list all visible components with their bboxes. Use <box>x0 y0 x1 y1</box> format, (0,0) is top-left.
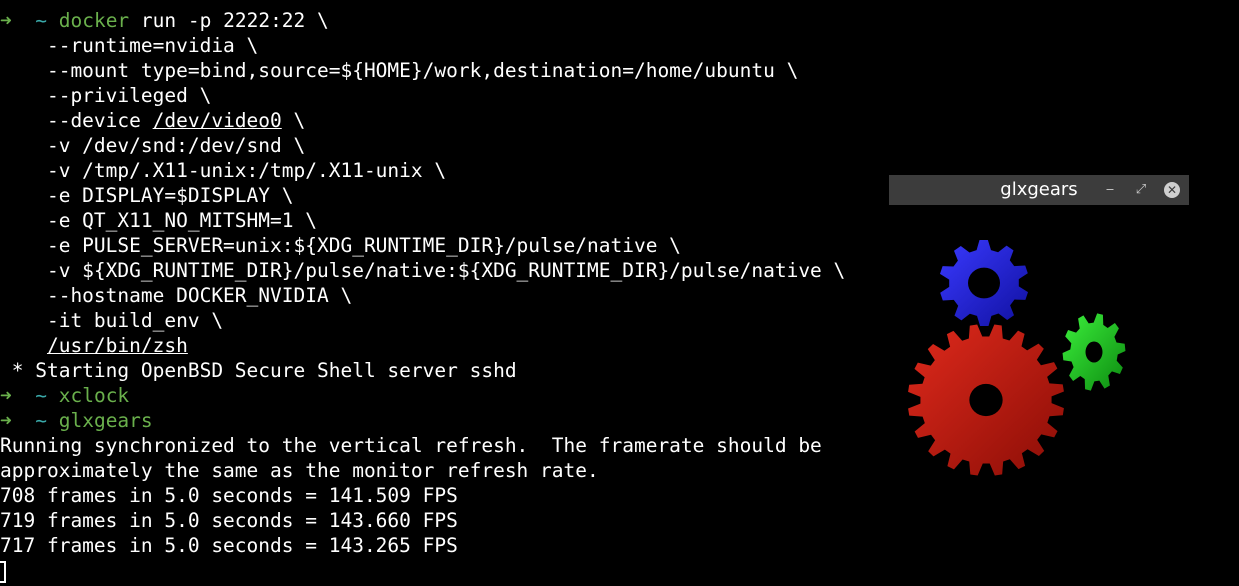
shell-line: /usr/bin/zsh <box>0 333 880 358</box>
shell-indent <box>0 334 47 357</box>
fps-line: 717 frames in 5.0 seconds = 143.265 FPS <box>0 534 458 557</box>
terminal-cursor <box>0 560 6 583</box>
prompt-arrow-icon: ➜ <box>0 409 12 432</box>
prompt-dir: ~ <box>35 409 47 432</box>
fps-line: 719 frames in 5.0 seconds = 143.660 FPS <box>0 509 458 532</box>
device-line: --device /dev/video0 \ <box>0 108 880 133</box>
prompt-dir: ~ <box>35 384 47 407</box>
device-prefix: --device <box>0 109 153 132</box>
gears-render <box>908 239 1126 476</box>
terminal-line: --privileged \ <box>0 84 212 107</box>
red-gear <box>908 324 1064 476</box>
gear-body <box>940 239 1028 327</box>
glxgears-canvas <box>889 205 1189 505</box>
green-gear <box>1062 313 1126 391</box>
command-args: run -p 2222:22 \ <box>129 9 329 32</box>
command-name: xclock <box>58 384 130 407</box>
window-titlebar[interactable]: glxgears ‒ ⤢ ✕ <box>889 175 1189 205</box>
command-name: docker <box>58 9 130 32</box>
sshd-line: * Starting OpenBSD Secure Shell server s… <box>0 359 517 382</box>
terminal-line: -e PULSE_SERVER=unix:${XDG_RUNTIME_DIR}/… <box>0 234 681 257</box>
terminal-line: --mount type=bind,source=${HOME}/work,de… <box>0 59 799 82</box>
cursor-line <box>0 558 880 583</box>
close-icon[interactable]: ✕ <box>1164 182 1180 198</box>
shell-path-link[interactable]: /usr/bin/zsh <box>47 334 188 357</box>
glxgears-command-line: ➜ ~ glxgears <box>0 408 880 433</box>
terminal-line: --runtime=nvidia \ <box>0 34 259 57</box>
docker-command-line: ➜ ~ docker run -p 2222:22 \ <box>0 8 880 33</box>
terminal-line: -e DISPLAY=$DISPLAY \ <box>0 184 294 207</box>
fps-line: 708 frames in 5.0 seconds = 141.509 FPS <box>0 484 458 507</box>
gear-body <box>1062 313 1126 391</box>
output-line: Running synchronized to the vertical ref… <box>0 434 822 457</box>
terminal-line: --hostname DOCKER_NVIDIA \ <box>0 284 353 307</box>
terminal-line: -v /dev/snd:/dev/snd \ <box>0 134 306 157</box>
device-suffix: \ <box>281 109 306 132</box>
gear-body <box>908 324 1064 476</box>
glxgears-window[interactable]: glxgears ‒ ⤢ ✕ <box>889 175 1189 505</box>
prompt-dir: ~ <box>35 9 47 32</box>
terminal-line: -v ${XDG_RUNTIME_DIR}/pulse/native:${XDG… <box>0 259 846 282</box>
terminal-line: -v /tmp/.X11-unix:/tmp/.X11-unix \ <box>0 159 447 182</box>
xclock-command-line: ➜ ~ xclock <box>0 383 880 408</box>
terminal-line: -e QT_X11_NO_MITSHM=1 \ <box>0 209 317 232</box>
prompt-arrow-icon: ➜ <box>0 384 12 407</box>
terminal-line: -it build_env \ <box>0 309 224 332</box>
window-title: glxgears <box>1000 179 1078 200</box>
minimize-icon[interactable]: ‒ <box>1102 182 1118 198</box>
prompt-arrow-icon: ➜ <box>0 9 12 32</box>
maximize-icon[interactable]: ⤢ <box>1133 182 1149 198</box>
blue-gear <box>940 239 1028 327</box>
output-line: approximately the same as the monitor re… <box>0 459 599 482</box>
device-path-link[interactable]: /dev/video0 <box>153 109 282 132</box>
command-name: glxgears <box>58 409 153 432</box>
terminal[interactable]: ➜ ~ docker run -p 2222:22 \ --runtime=nv… <box>0 8 880 583</box>
